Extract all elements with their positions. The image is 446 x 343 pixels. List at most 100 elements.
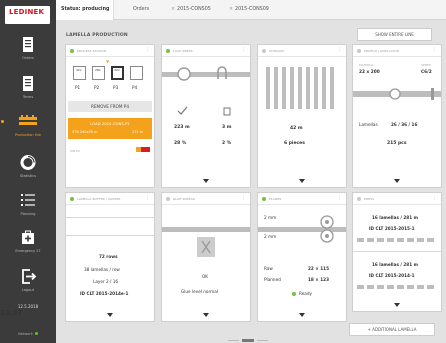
status-dot: [262, 197, 266, 201]
chevron-down-icon[interactable]: [107, 313, 113, 317]
close-icon[interactable]: ×: [229, 7, 233, 12]
card-glue-spread[interactable]: GLUE SPREAD ⋮ OK Glue level normal: [161, 192, 251, 322]
slot-p4[interactable]: [130, 66, 143, 80]
divider: [66, 235, 154, 236]
tab-status[interactable]: Status: producing: [56, 0, 114, 20]
slot-p2[interactable]: 28x: [92, 66, 105, 80]
planer-head-icon: [320, 215, 334, 243]
press-a-id: ID CLT 2015-2015-1: [369, 226, 415, 231]
checklist-icon: [21, 194, 35, 206]
tab-order-cons05[interactable]: × 2015-CONS05: [166, 0, 216, 20]
card-profile-lamellator[interactable]: PROFILE LAMELLATOR ⋮ MATERIAL SPEED 22 x…: [352, 44, 442, 188]
sidebar-item-planning[interactable]: Planning: [0, 190, 56, 220]
sidebar-item-label: Emergency 27: [15, 249, 41, 253]
clock: 12.5.2018 13:37: [0, 304, 56, 317]
chevron-down-icon[interactable]: [299, 179, 305, 183]
network-label: Network: [18, 332, 33, 336]
selected-marker-icon: ▼: [106, 59, 110, 64]
scroll-pager[interactable]: [228, 339, 268, 342]
status-dot: [166, 197, 170, 201]
chevron-down-icon[interactable]: [203, 179, 209, 183]
value: 6 pieces: [284, 141, 305, 146]
sidebar-item-orders[interactable]: Orders: [0, 34, 56, 64]
status-bar-icon: [136, 147, 150, 152]
planned-label: Planned: [264, 277, 281, 282]
ready-label: Ready: [299, 291, 312, 296]
card-menu-icon[interactable]: ⋮: [337, 195, 342, 201]
card-process-station[interactable]: PROCESS STATION ⋮ ▼ 32x 28x 32x P1 P2 P3…: [65, 44, 155, 188]
slot-label: P3: [113, 85, 119, 90]
tab-label: 2015-CONS09: [235, 7, 269, 12]
press-b-id: ID CLT 2015-2014-1: [369, 273, 415, 278]
chevron-down-icon[interactable]: [203, 313, 209, 317]
additional-lamella-button[interactable]: + ADDITIONAL LAMELLA: [349, 323, 435, 336]
divider: [353, 251, 441, 252]
value: 223 m: [174, 125, 190, 130]
slot-label: P4: [132, 85, 138, 90]
value: ID CLT 2015-2014e-1: [80, 291, 129, 296]
card-planer[interactable]: PLANER ⋮ 2 mm 2 mm Raw 22 × 115 Planned …: [257, 192, 347, 322]
card-title: LAMELLA BUFFER / SORTER: [77, 197, 121, 201]
show-entire-line-button[interactable]: SHOW ENTIRE LINE: [357, 28, 432, 41]
status-dot: [166, 49, 170, 53]
status-dot: [70, 49, 74, 53]
ready-indicator-icon: [292, 292, 296, 296]
first-aid-icon: [22, 230, 34, 244]
press-b-lamellas: 16 lamellas / 281 m: [372, 262, 418, 267]
card-title: LOAD PRESS: [173, 49, 193, 53]
card-title: PLANER: [269, 197, 282, 201]
main-content: LAMELLA PRODUCTION SHOW ENTIRE LINE PROC…: [56, 20, 446, 343]
sidebar-item-terms[interactable]: Terms: [0, 73, 56, 103]
value: 42 m: [290, 126, 303, 131]
trash-icon: [223, 107, 231, 116]
close-icon[interactable]: ×: [171, 7, 175, 12]
card-storage[interactable]: STORAGE ⋮ 42 m 6 pieces: [257, 44, 347, 188]
value: 2 %: [222, 141, 232, 146]
button-label: REMOVE FROM P4: [91, 104, 129, 109]
sidebar-item-label: Statistics: [20, 174, 36, 178]
speed-value: C6/2: [421, 70, 432, 75]
value: 3 m: [222, 125, 232, 130]
slot-p3[interactable]: 32x: [111, 66, 124, 80]
card-lamella-buffer[interactable]: LAMELLA BUFFER / SORTER ⋮ 72 rows 38 lam…: [65, 192, 155, 322]
brand-logo[interactable]: LEDINEK: [5, 6, 50, 24]
sidebar: LEDINEK Orders Terms Production line Sta…: [0, 0, 56, 343]
load-order-panel[interactable]: LOAD 2015-CONS-P1 376 240x35 m 231 m: [68, 118, 152, 139]
check-icon: [177, 106, 188, 115]
notebook-icon: [23, 76, 33, 91]
card-menu-icon[interactable]: ⋮: [337, 47, 342, 53]
card-title: GLUE SPREAD: [173, 197, 196, 201]
card-menu-icon[interactable]: ⋮: [145, 47, 150, 53]
status-dot: [262, 49, 266, 53]
tab-label: 2015-CONS05: [177, 7, 211, 12]
slot-count: 32x: [76, 68, 82, 72]
card-header: GLUE SPREAD ⋮: [162, 193, 250, 205]
donut-chart-icon: [20, 155, 36, 170]
card-menu-icon[interactable]: ⋮: [241, 195, 246, 201]
status-dot: [70, 197, 74, 201]
tab-order-cons09[interactable]: × 2015-CONS09: [224, 0, 274, 20]
slot-count: 32x: [114, 68, 120, 72]
card-menu-icon[interactable]: ⋮: [145, 195, 150, 201]
card-title: PRESS: [364, 197, 375, 201]
remove-from-p4-button[interactable]: REMOVE FROM P4: [68, 101, 152, 112]
sidebar-item-production-line[interactable]: Production line: [0, 111, 56, 141]
tab-orders[interactable]: Orders: [128, 0, 154, 20]
card-menu-icon[interactable]: ⋮: [432, 47, 437, 53]
card-header: PROFILE LAMELLATOR ⋮: [353, 45, 441, 57]
card-menu-icon[interactable]: ⋮: [241, 47, 246, 53]
slot-p1[interactable]: 32x: [73, 66, 86, 80]
value: 38 lamellas / row: [84, 267, 120, 272]
sidebar-item-logout[interactable]: Logout: [0, 266, 56, 296]
chevron-down-icon[interactable]: [299, 313, 305, 317]
chevron-down-icon[interactable]: [394, 179, 400, 183]
sidebar-item-emergency[interactable]: Emergency 27: [0, 227, 56, 257]
card-title: STORAGE: [269, 49, 284, 53]
chevron-down-icon[interactable]: [394, 303, 400, 307]
slot-label: P1: [75, 85, 81, 90]
tab-label: Orders: [133, 7, 150, 12]
card-menu-icon[interactable]: ⋮: [432, 195, 437, 201]
sidebar-item-statistics[interactable]: Statistics: [0, 152, 56, 182]
card-press[interactable]: PRESS ⋮ 16 lamellas / 281 m ID CLT 2015-…: [352, 192, 442, 312]
card-load-press[interactable]: LOAD PRESS ⋮ 223 m 3 m 28 % 2 %: [161, 44, 251, 188]
